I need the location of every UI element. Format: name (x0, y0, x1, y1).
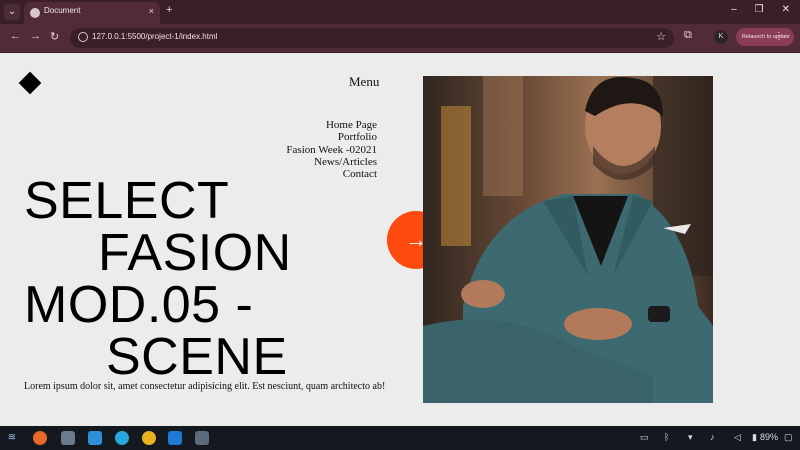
back-arrow-icon[interactable]: ← (10, 30, 21, 42)
extensions-puzzle-icon[interactable]: ⧉ (684, 29, 692, 42)
battery-icon[interactable]: ▮ (752, 432, 757, 443)
headline-line-2: FASION (98, 224, 292, 282)
more-menu-icon[interactable]: ⋮ (774, 28, 784, 46)
headline-line-4: SCENE (106, 328, 288, 386)
chrome-icon[interactable] (142, 431, 156, 445)
web-page: Menu Home Page Portfolio Fasion Week -02… (0, 53, 800, 425)
store-icon[interactable] (88, 431, 102, 445)
close-window-icon[interactable]: ✕ (782, 4, 790, 15)
new-tab-plus-icon[interactable]: + (166, 4, 172, 16)
nav-item-portfolio[interactable]: Portfolio (286, 131, 377, 143)
forward-arrow-icon[interactable]: → (30, 30, 41, 42)
tab-search-chevron-down-icon[interactable]: ⌄ (4, 4, 20, 20)
hero-description: Lorem ipsum dolor sit, amet consectetur … (24, 381, 386, 392)
minimize-icon[interactable]: – (731, 4, 737, 15)
address-bar[interactable]: 127.0.0.1:5500/project-1/index.html ☆ (70, 28, 674, 48)
tab-close-icon[interactable]: × (149, 6, 154, 16)
window-controls: – ❐ ✕ (731, 4, 790, 15)
battery-percent: 89% (760, 432, 779, 442)
relaunch-to-update-button[interactable]: Relaunch to update ⋮ (736, 28, 794, 46)
tab-title: Document (44, 6, 81, 15)
site-info-icon[interactable] (78, 32, 88, 42)
nav-menu: Home Page Portfolio Fasion Week -02021 N… (286, 119, 377, 180)
vscode-icon[interactable] (168, 431, 182, 445)
reload-icon[interactable]: ↻ (50, 30, 59, 43)
hero-photo (423, 76, 713, 403)
profile-avatar[interactable]: K (714, 30, 728, 44)
os-taskbar: ≋ ▭ ᛒ ▾ ♪ ◁ ▮ 89% ▢ (0, 426, 800, 450)
headline-line-1: SELECT (24, 172, 230, 230)
notification-bell-icon[interactable]: ♪ (710, 432, 715, 442)
nav-item-news[interactable]: News/Articles (286, 156, 377, 168)
globe-icon (30, 8, 40, 18)
start-menu-icon[interactable]: ≋ (5, 431, 19, 445)
screen-icon[interactable]: ▭ (640, 432, 649, 443)
url-text: 127.0.0.1:5500/project-1/index.html (92, 32, 218, 41)
restore-icon[interactable]: ❐ (755, 4, 764, 15)
app-icon[interactable] (195, 431, 209, 445)
nav-item-contact[interactable]: Contact (286, 168, 377, 180)
show-desktop-icon[interactable]: ▢ (784, 432, 793, 443)
volume-icon[interactable]: ◁ (734, 432, 741, 443)
browser-tab-bar: ⌄ Document × + – ❐ ✕ (0, 0, 800, 24)
bookmark-star-icon[interactable]: ☆ (656, 30, 666, 43)
firefox-icon[interactable] (33, 431, 47, 445)
telegram-icon[interactable] (115, 431, 129, 445)
menu-title[interactable]: Menu (349, 74, 379, 90)
browser-toolbar: ← → ↻ 127.0.0.1:5500/project-1/index.htm… (0, 24, 800, 53)
man-in-teal-suit-photo (423, 76, 713, 403)
hero-headline: SELECT FASION MOD.05 - SCENE (24, 175, 292, 383)
nav-item-fashion-week[interactable]: Fasion Week -02021 (286, 144, 377, 156)
bluetooth-icon[interactable]: ᛒ (664, 432, 669, 442)
diamond-logo-icon[interactable] (18, 71, 42, 95)
tab-document[interactable]: Document × (24, 2, 160, 24)
headline-line-3: MOD.05 - (24, 276, 254, 334)
wifi-icon[interactable]: ▾ (688, 432, 693, 443)
nav-item-home[interactable]: Home Page (286, 119, 377, 131)
files-icon[interactable] (61, 431, 75, 445)
